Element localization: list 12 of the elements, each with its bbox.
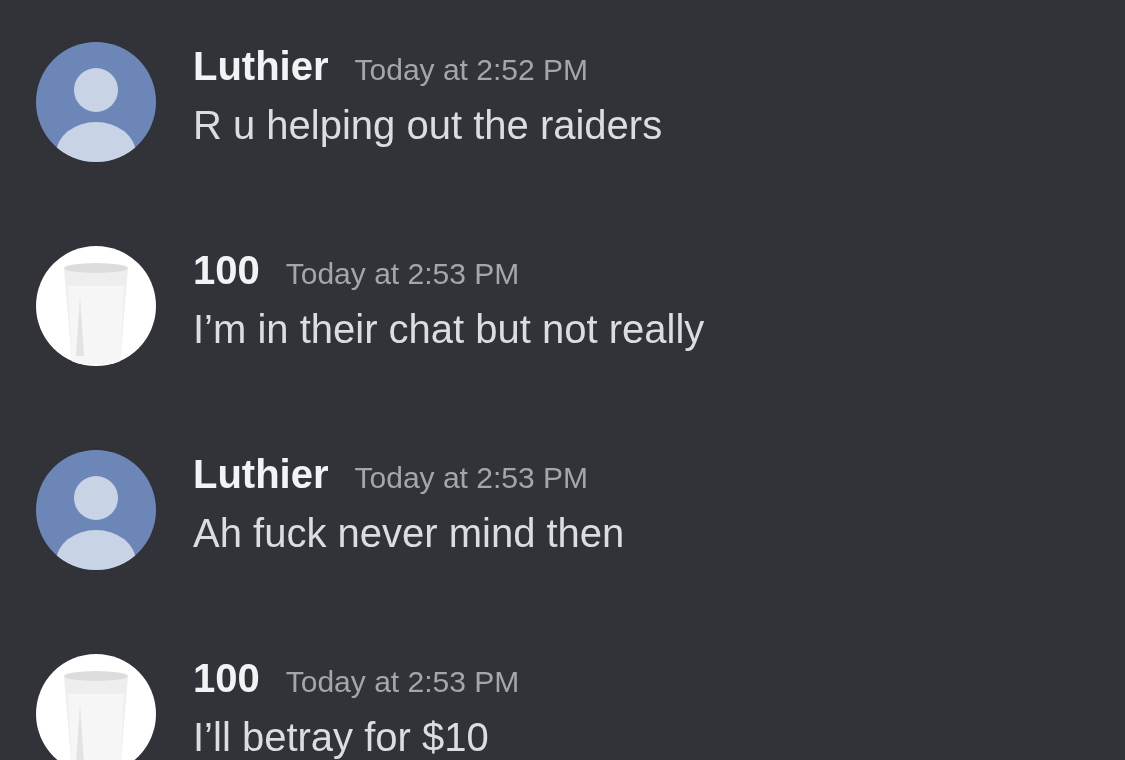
username[interactable]: 100 bbox=[193, 656, 260, 701]
username[interactable]: Luthier bbox=[193, 44, 329, 89]
message-text: I’ll betray for $10 bbox=[193, 715, 490, 760]
message-text: I’m in their chat but not really bbox=[193, 307, 705, 352]
timestamp: Today at 2:53 PM bbox=[285, 665, 520, 699]
message-text: Ah fuck never mind then bbox=[193, 511, 625, 556]
timestamp: Today at 2:53 PM bbox=[285, 257, 520, 291]
timestamp: Today at 2:53 PM bbox=[354, 461, 588, 495]
username[interactable]: Luthier bbox=[193, 452, 329, 497]
message-text: R u helping out the raiders bbox=[193, 103, 663, 148]
username[interactable]: 100 bbox=[193, 248, 260, 293]
timestamp: Today at 2:52 PM bbox=[354, 53, 588, 87]
